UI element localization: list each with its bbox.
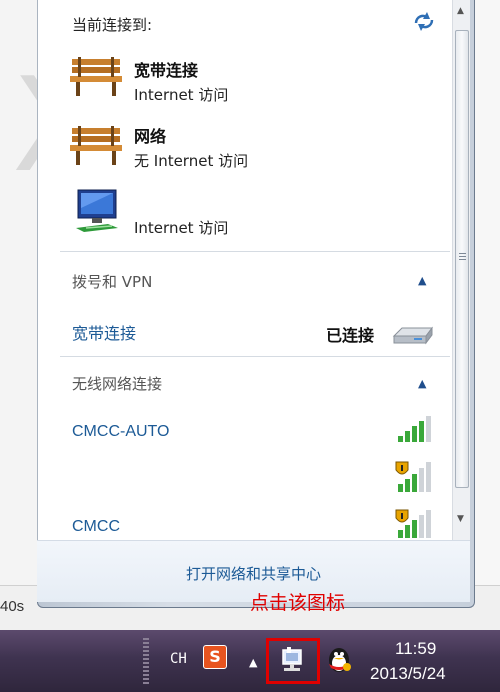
secured-signal-icon	[395, 509, 431, 538]
wireless-section-title: 无线网络连接	[72, 375, 163, 393]
network-bench-icon	[70, 126, 122, 165]
connection-status: Internet 访问	[134, 219, 229, 237]
wifi-network-name: CMCC-AUTO	[72, 423, 170, 440]
dialup-connection-name: 宽带连接	[72, 326, 137, 343]
background-text: 40s	[0, 598, 25, 615]
computer-network-icon	[76, 189, 118, 232]
connection-status: 无 Internet 访问	[134, 152, 249, 170]
clock-date[interactable]: 2013/5/24	[370, 664, 446, 684]
wifi-network-name: CMCC	[72, 518, 120, 535]
modem-icon	[392, 326, 433, 345]
annotation-text: 点击该图标	[250, 592, 346, 614]
connection-name: 网络	[134, 127, 167, 146]
grip-line	[459, 256, 466, 257]
ime-sogou-icon[interactable]: S	[203, 645, 227, 669]
scroll-thumb[interactable]	[455, 30, 469, 488]
scrollbar[interactable]: ▲ ▼	[452, 0, 470, 540]
current-connections-header: 当前连接到:	[72, 16, 153, 34]
network-sharing-center-link[interactable]: 打开网络和共享中心	[37, 563, 470, 584]
divider	[60, 251, 450, 252]
network-bench-icon	[70, 57, 122, 96]
highlight-box	[266, 638, 320, 684]
taskbar-grip	[143, 638, 149, 686]
connection-status: Internet 访问	[134, 86, 229, 104]
grip-line	[459, 259, 466, 260]
qq-penguin-icon[interactable]	[325, 644, 353, 674]
refresh-icon[interactable]	[410, 10, 438, 32]
signal-strength-icon	[398, 416, 431, 442]
divider	[60, 356, 450, 357]
collapse-chevron-icon[interactable]: ▲	[418, 274, 426, 287]
language-indicator[interactable]: CH	[170, 651, 187, 667]
grip-line	[459, 253, 466, 254]
collapse-chevron-icon[interactable]: ▲	[418, 377, 426, 390]
dialup-section-title: 拨号和 VPN	[72, 273, 153, 291]
scroll-down-arrow-icon[interactable]: ▼	[457, 514, 464, 524]
secured-signal-icon	[395, 461, 431, 492]
clock-time[interactable]: 11:59	[395, 639, 436, 659]
connection-name: 宽带连接	[134, 61, 199, 80]
show-hidden-icons-arrow[interactable]: ▲	[249, 656, 257, 669]
dialup-connection-status: 已连接	[326, 326, 375, 345]
scroll-up-arrow-icon[interactable]: ▲	[457, 6, 464, 16]
